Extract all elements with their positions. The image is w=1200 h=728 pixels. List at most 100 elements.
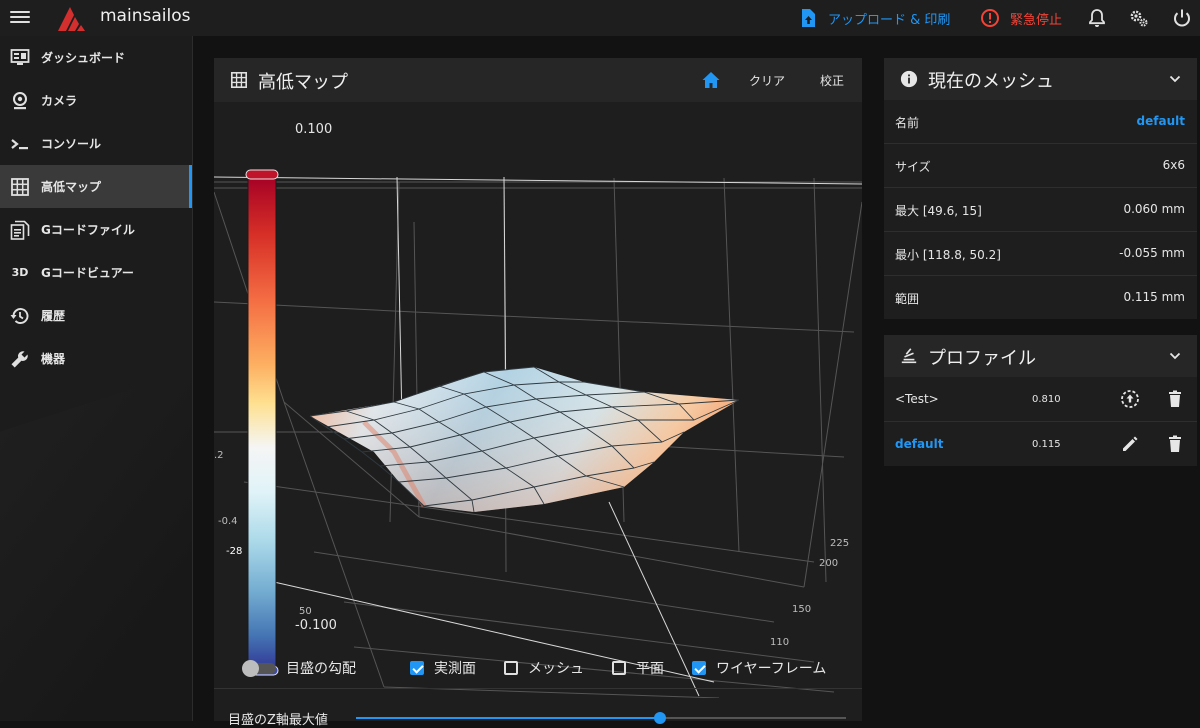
profiles-title: プロファイル (928, 348, 1036, 369)
z-tick-label: -28 (226, 546, 243, 557)
sidebar-item-label: ダッシュボード (41, 51, 126, 65)
z-scale-slider-track[interactable] (356, 712, 846, 724)
flat-checkbox[interactable] (612, 661, 626, 675)
heightmap-title: 高低マップ (258, 72, 348, 93)
upload-print-label: アップロード & 印刷 (828, 12, 951, 28)
pencil-icon[interactable] (1120, 434, 1140, 454)
brand-name: mainsailos (100, 6, 191, 26)
sidebar-item-gcode-viewer[interactable]: 3D Gコードビュアー (0, 251, 192, 294)
flat-option[interactable]: 平面 (612, 658, 664, 678)
load-profile-icon[interactable] (1120, 389, 1140, 409)
scale-gradient-option: 目盛の勾配 (286, 658, 356, 678)
grid-icon (11, 177, 29, 196)
navigation-sidebar: ダッシュボード カメラ コンソール 高低マップ Gコードファイル 3D Gコード… (0, 36, 193, 721)
z-tick-label: -0.4 (218, 516, 238, 527)
home-icon[interactable] (701, 70, 721, 90)
colorbar-min-label: -0.100 (295, 618, 337, 633)
monitor-dashboard-icon (10, 48, 30, 65)
mesh-label: メッシュ (528, 661, 584, 677)
emergency-stop-button[interactable]: 緊急停止 (980, 0, 1062, 36)
profile-value: 0.810 (1032, 394, 1061, 405)
mesh-size-row: サイズ 6x6 (884, 144, 1197, 188)
sidebar-item-label: 履歴 (41, 309, 66, 323)
mesh-option[interactable]: メッシュ (504, 658, 584, 678)
grid-icon (230, 71, 248, 89)
delete-icon[interactable] (1165, 389, 1185, 409)
z-scale-slider-label: 目盛のZ軸最大値 (228, 713, 328, 728)
sidebar-item-label: Gコードファイル (41, 223, 135, 237)
upload-print-button[interactable]: アップロード & 印刷 (800, 0, 950, 36)
scale-gradient-switch[interactable] (242, 660, 278, 677)
console-icon (11, 138, 28, 149)
info-icon (900, 70, 918, 88)
z-tick-label: .2 (214, 450, 224, 461)
wireframe-option[interactable]: ワイヤーフレーム (692, 658, 826, 678)
mesh-row-key: 最小 [118.8, 50.2] (895, 248, 1001, 262)
mesh-row-value: -0.055 mm (1119, 246, 1185, 260)
upload-file-icon (802, 9, 815, 27)
stack-icon (901, 348, 917, 364)
mesh-checkbox[interactable] (504, 661, 518, 675)
mesh-min-row: 最小 [118.8, 50.2] -0.055 mm (884, 232, 1197, 276)
mesh-row-value: 0.115 mm (1123, 290, 1185, 304)
mesh-max-row: 最大 [49.6, 15] 0.060 mm (884, 188, 1197, 232)
current-mesh-title: 現在のメッシュ (928, 71, 1054, 92)
z-scale-slider-thumb[interactable] (653, 712, 666, 724)
app-bar: mainsailos アップロード & 印刷 緊急停止 (0, 0, 1200, 36)
mesh-row-key: 範囲 (895, 292, 920, 306)
clear-button[interactable]: クリア (749, 72, 785, 89)
sidebar-item-label: Gコードビュアー (41, 266, 134, 280)
sidebar-item-dashboard[interactable]: ダッシュボード (0, 36, 192, 79)
sidebar-item-label: コンソール (41, 137, 102, 151)
alert-circle-icon (981, 9, 999, 27)
profile-row-test[interactable]: <Test> 0.810 (884, 377, 1197, 422)
flat-label: 平面 (636, 661, 664, 677)
profiles-header[interactable]: プロファイル (884, 335, 1197, 377)
sidebar-item-heightmap[interactable]: 高低マップ (0, 165, 192, 208)
y-tick-label: 225 (830, 538, 850, 549)
mainsail-logo (58, 7, 85, 31)
cogs-icon[interactable] (1128, 7, 1150, 29)
mesh-row-value: default (1136, 114, 1185, 128)
sidebar-item-machine[interactable]: 機器 (0, 337, 192, 380)
sidebar-item-label: 機器 (41, 352, 66, 366)
profile-row-default[interactable]: default 0.115 (884, 422, 1197, 466)
probed-option[interactable]: 実測面 (410, 658, 476, 678)
3d-icon: 3D (11, 266, 29, 279)
heightmap-3d-plot[interactable]: 0.100 -0.100 .2 -0.4 -28 50 225 200 150 … (214, 102, 862, 698)
sidebar-item-history[interactable]: 履歴 (0, 294, 192, 337)
sidebar-item-camera[interactable]: カメラ (0, 79, 192, 122)
sidebar-item-gcode-files[interactable]: Gコードファイル (0, 208, 192, 251)
power-icon[interactable] (1171, 7, 1193, 29)
current-mesh-header[interactable]: 現在のメッシュ (884, 58, 1197, 100)
x-tick-label: 50 (299, 606, 312, 617)
mesh-row-value: 6x6 (1162, 158, 1185, 172)
bell-icon[interactable] (1086, 7, 1108, 29)
profile-value: 0.115 (1032, 439, 1061, 450)
sidebar-item-label: カメラ (41, 94, 78, 108)
probed-checkbox[interactable] (410, 661, 424, 675)
wireframe-label: ワイヤーフレーム (716, 661, 827, 677)
y-tick-label: 200 (819, 558, 839, 569)
heightmap-header: 高低マップ クリア 校正 (214, 58, 862, 102)
wireframe-checkbox[interactable] (692, 661, 706, 675)
mesh-range-row: 範囲 0.115 mm (884, 276, 1197, 319)
sidebar-item-console[interactable]: コンソール (0, 122, 192, 165)
menu-icon[interactable] (10, 8, 30, 28)
probed-label: 実測面 (434, 661, 476, 677)
y-tick-label: 150 (792, 604, 812, 615)
profiles-card: プロファイル <Test> 0.810 default 0.115 (884, 335, 1197, 466)
z-scale-slider-fill (356, 717, 660, 719)
colorbar-max-label: 0.100 (295, 122, 333, 137)
heightmap-options: 目盛の勾配 実測面 メッシュ 平面 ワイヤーフレーム (214, 646, 862, 690)
chevron-down-icon[interactable] (1169, 73, 1181, 85)
webcam-icon (13, 91, 27, 109)
history-icon (10, 307, 29, 324)
profile-name: <Test> (895, 392, 939, 406)
mesh-row-key: 最大 [49.6, 15] (895, 204, 982, 218)
calibrate-button[interactable]: 校正 (820, 72, 844, 89)
scale-gradient-label: 目盛の勾配 (286, 661, 356, 677)
delete-icon[interactable] (1165, 434, 1185, 454)
mesh-row-key: サイズ (895, 160, 931, 174)
chevron-down-icon[interactable] (1169, 350, 1181, 362)
